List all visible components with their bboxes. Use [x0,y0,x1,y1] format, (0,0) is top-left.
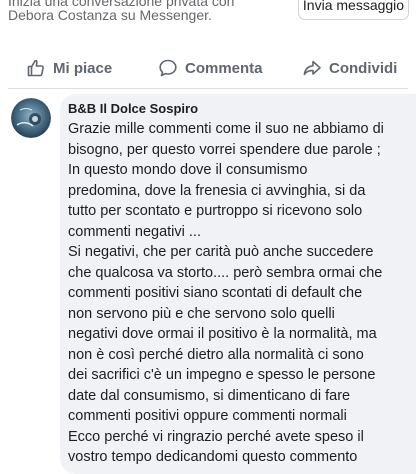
comment-line: Si negativi, che per carità può anche su… [68,244,374,260]
comment-line: date dal consumismo, si dimenticano di f… [68,387,351,404]
comment-line: bisogno, per questo vorrei spendere due … [68,141,381,158]
post-action-bar: Mi piace Commenta Condividi [0,52,416,84]
comment-line: commenti negativi ... [68,223,201,240]
comment-line: non è così perché dietro alla normalità … [68,346,364,363]
messenger-prompt-line-2: Debora Costanza su Messenger. [8,7,212,23]
thumbs-up-icon [27,59,44,77]
share-label: Condividi [329,59,398,77]
comment-label: Commenta [185,59,263,77]
comment-line: che qualcosa va storto.... però sembra o… [68,264,383,281]
comment-line: negativi dove ormai il positivo è la nor… [68,326,377,342]
comment-line: commenti positivi oppure commenti normal… [68,408,347,424]
comment-button[interactable]: Commenta [158,52,263,84]
comment-line: Ecco perché vi ringrazio perché avete sp… [68,428,364,445]
share-button[interactable]: Condividi [302,52,397,84]
comment-line: non servono più e che servono solo quell… [68,305,335,322]
comment-line: predomina, dove la frenesia ci avvinghia… [68,182,366,199]
share-arrow-icon [303,60,321,76]
comment-line: dei sacrifici c'è un impegno e spesso le… [68,367,376,383]
like-label: Mi piace [53,59,113,77]
comment-author[interactable]: B&B Il Dolce Sospiro [68,101,198,116]
comment-line: In questo mondo dove il consumismo [68,162,308,178]
comment-line: tutto per scontato e purtroppo si ricevo… [68,203,363,219]
comment-line: vostro tempo dedicandomi questo commento [68,449,358,465]
speech-bubble-icon [159,59,177,77]
comment-line: Grazie mille commenti come il suo ne abb… [68,121,384,137]
send-message-button[interactable]: Invia messaggio [298,0,409,20]
like-button[interactable]: Mi piace [26,52,112,84]
action-divider [8,88,408,89]
avatar[interactable] [11,98,51,138]
comment-text: Grazie mille commenti come il suo ne abb… [68,119,408,468]
comment-line: commenti positivi siano scontati di defa… [68,285,363,301]
